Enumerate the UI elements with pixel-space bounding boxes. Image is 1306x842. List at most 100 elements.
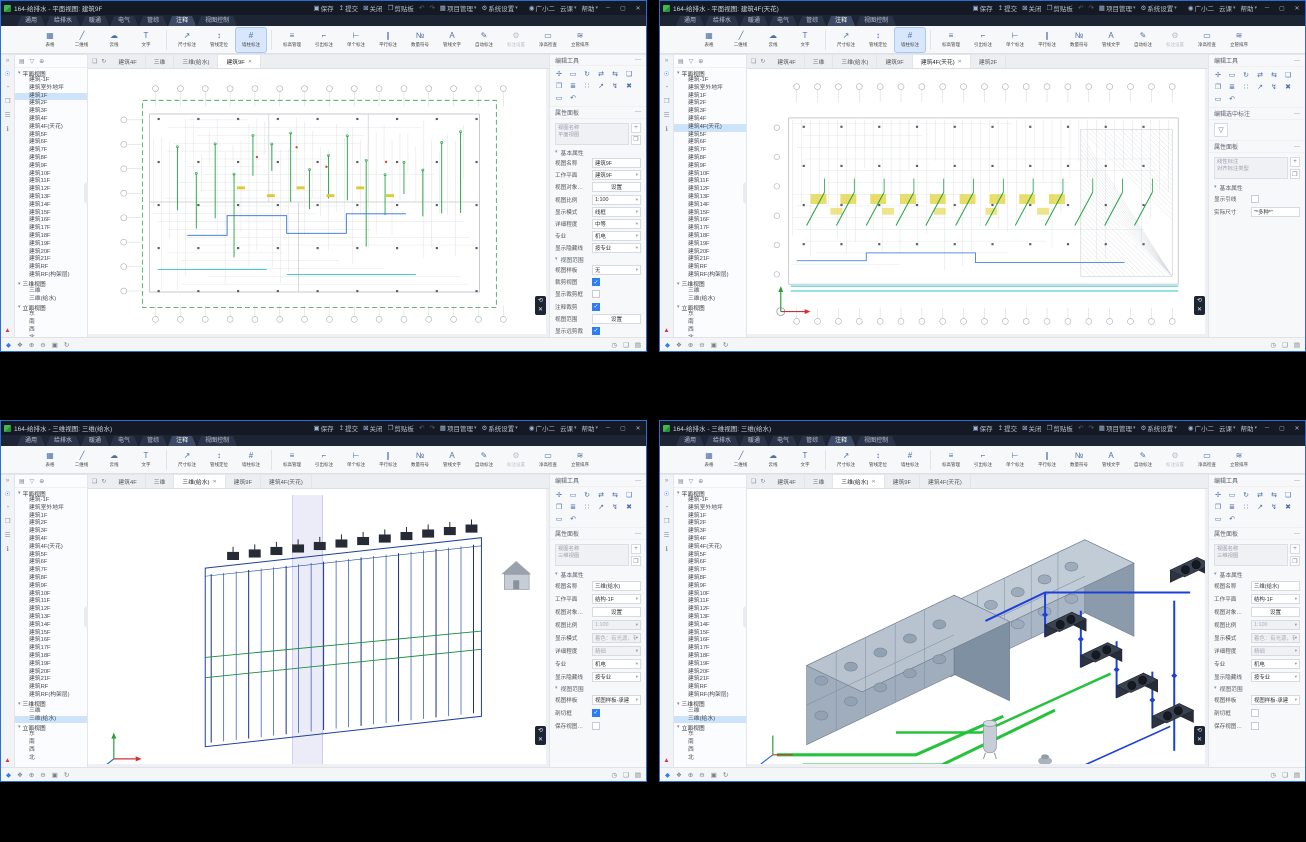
- align-icon[interactable]: ≣: [1227, 502, 1237, 512]
- minimize-button[interactable]: ─: [1262, 5, 1272, 11]
- sheet-icon[interactable]: ❑: [623, 341, 629, 349]
- ribbon-tab[interactable]: 视图控制: [197, 16, 237, 26]
- zoom-in-icon[interactable]: ⊕: [29, 341, 34, 349]
- close-button[interactable]: ✕: [1292, 5, 1302, 12]
- align-icon[interactable]: ≣: [568, 502, 578, 512]
- alert-icon[interactable]: ▲: [663, 757, 669, 764]
- fit-icon[interactable]: ▣: [52, 771, 58, 779]
- time-icon[interactable]: ◷: [611, 341, 617, 349]
- ribbon-tab[interactable]: 给排水: [705, 16, 739, 26]
- select-field[interactable]: 无▾: [592, 265, 641, 275]
- close-widget-icon[interactable]: ✕: [1197, 737, 1202, 743]
- tree-item[interactable]: 建筑19F: [15, 661, 87, 669]
- close-tab-icon[interactable]: ✕: [958, 59, 962, 65]
- ribbon-button[interactable]: ▦表格: [694, 28, 724, 52]
- paste-icon[interactable]: ❐: [554, 502, 564, 512]
- sync-icon[interactable]: ↻: [760, 478, 765, 485]
- tree-item[interactable]: 建筑8F: [15, 155, 87, 163]
- ribbon-button[interactable]: №数量符号: [405, 28, 435, 52]
- tree-item[interactable]: 建筑17F: [15, 225, 87, 233]
- tree-item[interactable]: 建筑9F: [15, 583, 87, 591]
- settings-button[interactable]: 设置: [1251, 607, 1300, 617]
- tree-item[interactable]: 建筑12F: [15, 186, 87, 194]
- fit-icon[interactable]: ▣: [52, 341, 58, 349]
- ribbon-button[interactable]: A管线文字: [437, 28, 467, 52]
- time-icon[interactable]: ◷: [1270, 341, 1276, 349]
- duplicate-type-icon[interactable]: ❒: [631, 135, 641, 145]
- tree-item[interactable]: 建筑4F(天花): [15, 124, 87, 132]
- document-tab[interactable]: 建筑9F: [885, 475, 920, 488]
- zoom-in-icon[interactable]: ⊕: [688, 771, 693, 779]
- ribbon-button[interactable]: A管线文字: [437, 448, 467, 472]
- ribbon-button[interactable]: ↕管线定位: [204, 28, 234, 52]
- tree-item[interactable]: 东: [674, 731, 746, 739]
- views-icon[interactable]: ❏: [751, 58, 756, 65]
- tree-item[interactable]: 建筑19F: [674, 241, 746, 249]
- collapse-section-icon[interactable]: —: [1294, 531, 1300, 537]
- offset-icon[interactable]: ↗: [1255, 502, 1265, 512]
- ribbon-tab[interactable]: 通用: [676, 16, 704, 26]
- select-field[interactable]: 线框▾: [592, 207, 641, 217]
- clipboard-button[interactable]: ❐剪贴板: [388, 3, 414, 13]
- user-menu[interactable]: ◉广小二: [1188, 423, 1214, 433]
- break-icon[interactable]: ↯: [610, 502, 620, 512]
- ribbon-button[interactable]: ∥平行标注: [373, 28, 403, 52]
- ribbon-button[interactable]: №数量符号: [1064, 448, 1094, 472]
- sheet-icon[interactable]: ❑: [623, 771, 629, 779]
- tree-item[interactable]: 建筑5F: [15, 552, 87, 560]
- tree-item[interactable]: 建筑20F: [674, 249, 746, 257]
- tree-item[interactable]: 建筑5F: [674, 552, 746, 560]
- tree-item[interactable]: 建筑4F(天花): [674, 544, 746, 552]
- tree-item[interactable]: 建筑15F: [674, 630, 746, 638]
- ribbon-button[interactable]: ≡标高管理: [936, 448, 966, 472]
- pan-icon[interactable]: ❖: [17, 341, 23, 349]
- refresh-icon[interactable]: ↻: [723, 341, 728, 349]
- ribbon-button[interactable]: ↕管线定位: [863, 28, 893, 52]
- ribbon-button[interactable]: ╱二维线: [67, 28, 97, 52]
- ribbon-button[interactable]: ⌐引出标注: [968, 28, 998, 52]
- alert-icon[interactable]: ▲: [4, 757, 10, 764]
- minimize-button[interactable]: ─: [603, 5, 613, 11]
- ribbon-tab[interactable]: 暖通: [740, 16, 768, 26]
- ribbon-tab[interactable]: 注释: [827, 16, 855, 26]
- move-icon[interactable]: ✢: [554, 490, 564, 500]
- select-field[interactable]: 中等▾: [592, 219, 641, 229]
- titlebar-link[interactable]: 帮助▾: [1240, 3, 1257, 13]
- ribbon-button[interactable]: #墙柱标注: [236, 448, 266, 472]
- document-tab[interactable]: 三维: [805, 55, 834, 68]
- offset-icon[interactable]: ↗: [1255, 82, 1265, 92]
- tree-item[interactable]: 建筑15F: [674, 210, 746, 218]
- project-menu[interactable]: ▦项目管理▾: [440, 3, 477, 13]
- tree-item[interactable]: 三维: [15, 708, 87, 716]
- ribbon-tab[interactable]: 注释: [168, 436, 196, 446]
- ribbon-button[interactable]: ☁云线: [758, 28, 788, 52]
- document-tab[interactable]: 三维: [805, 475, 834, 488]
- time-icon[interactable]: ◷: [1270, 771, 1276, 779]
- ribbon-tab[interactable]: 通用: [17, 436, 45, 446]
- document-tab[interactable]: 建筑4F: [110, 55, 145, 68]
- views-icon[interactable]: ❏: [751, 478, 756, 485]
- locate-icon[interactable]: ⊕: [39, 478, 44, 485]
- tree-item[interactable]: 建筑2F: [15, 520, 87, 528]
- ribbon-button[interactable]: ≋立管排序: [565, 448, 595, 472]
- ribbon-tab[interactable]: 管综: [139, 436, 167, 446]
- ribbon-button[interactable]: ▭净高检查: [533, 28, 563, 52]
- gear-menu[interactable]: ⚙系统设置▾: [481, 3, 517, 13]
- tree-item[interactable]: 建筑1F: [674, 93, 746, 101]
- select-field[interactable]: 按专业▾: [1251, 672, 1300, 682]
- grid-icon[interactable]: ▤: [635, 341, 641, 349]
- close-doc-button[interactable]: ⊠关闭: [363, 423, 382, 433]
- views-icon[interactable]: ❏: [92, 478, 97, 485]
- align-icon[interactable]: ≣: [1227, 82, 1237, 92]
- time-icon[interactable]: ◷: [611, 771, 617, 779]
- tree-item[interactable]: 建筑14F: [15, 622, 87, 630]
- ribbon-button[interactable]: ▦表格: [35, 28, 65, 52]
- vertical-scrollbar[interactable]: [1205, 489, 1208, 767]
- tree-item[interactable]: 建筑18F: [15, 653, 87, 661]
- input-field[interactable]: 建筑9F: [592, 158, 641, 168]
- 3d-view-canvas[interactable]: ⟲✕: [747, 489, 1208, 767]
- tree-item[interactable]: 建筑7F: [674, 147, 746, 155]
- tree-item[interactable]: 建筑19F: [674, 661, 746, 669]
- ribbon-button[interactable]: #墙柱标注: [895, 448, 925, 472]
- tree-item[interactable]: 建筑-1F: [15, 497, 87, 505]
